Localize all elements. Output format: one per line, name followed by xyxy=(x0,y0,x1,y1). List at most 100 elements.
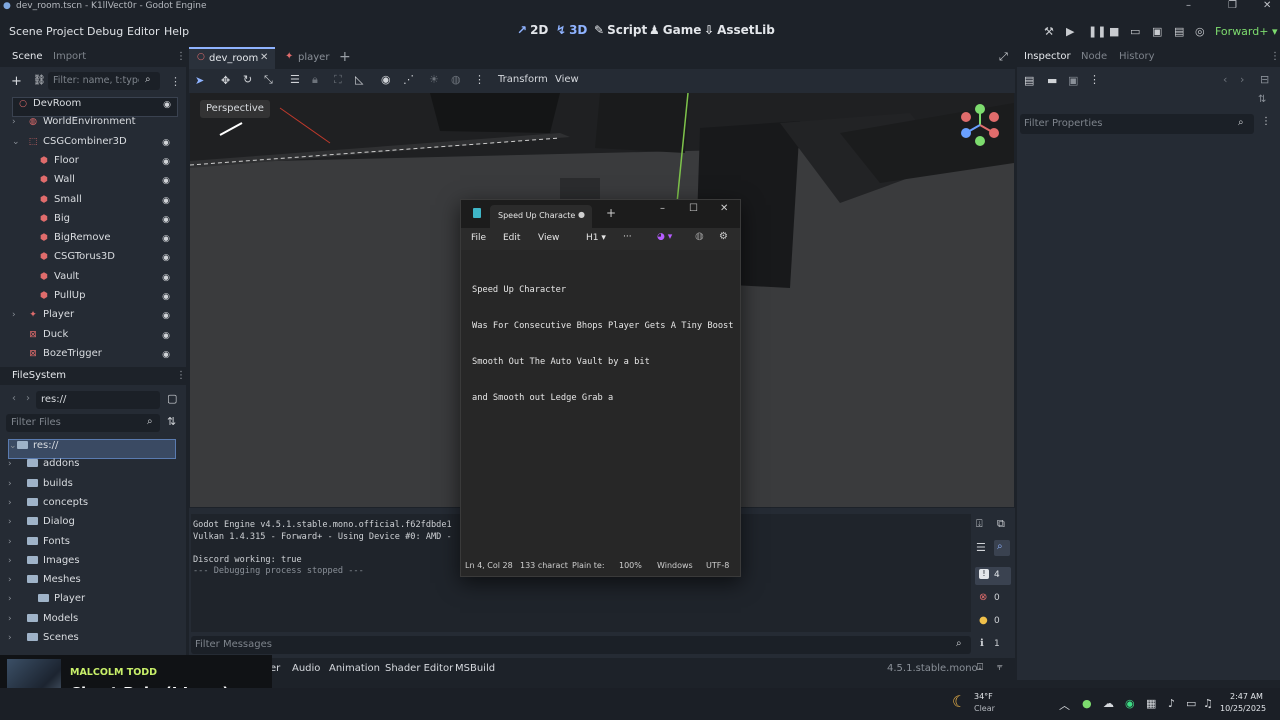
expand-arrow-icon[interactable]: › xyxy=(8,498,27,508)
history-forward-icon[interactable]: › xyxy=(1240,73,1244,86)
file-tree-item[interactable]: › builds xyxy=(8,478,174,496)
dock-menu-icon[interactable]: ⋮ xyxy=(1270,51,1280,62)
tab-scene[interactable]: Scene xyxy=(12,51,43,62)
dock-menu-icon[interactable]: ⋮ xyxy=(176,370,186,381)
scene-tree-item[interactable]: ⊠ BozeTrigger ◉ xyxy=(12,348,176,366)
menu-project[interactable]: Project xyxy=(46,25,84,38)
visibility-icon[interactable]: ◉ xyxy=(162,138,170,148)
workspace-script-button[interactable]: ✎ Script xyxy=(594,23,647,37)
layout-toggle-icon[interactable]: ▢ xyxy=(167,392,177,405)
zoom-level[interactable]: 100% xyxy=(619,561,642,570)
clock-date[interactable]: 10/25/2025 xyxy=(1220,704,1266,713)
visibility-icon[interactable]: ◉ xyxy=(162,253,170,263)
more-icon[interactable]: ··· xyxy=(623,232,632,242)
more-icon[interactable]: ⋮ xyxy=(1089,73,1100,86)
tab-node[interactable]: Node xyxy=(1081,51,1107,62)
scene-tree-item[interactable]: ⬢ Wall ◉ xyxy=(12,174,176,192)
forward-icon[interactable]: › xyxy=(26,393,30,404)
notepad-menu-file[interactable]: File xyxy=(471,233,486,243)
scene-tree-item[interactable]: ⬢ CSGTorus3D ◉ xyxy=(12,251,176,269)
scene-tree-item[interactable]: ⊠ Duck ◉ xyxy=(12,329,176,347)
settings-icon[interactable]: ⚙ xyxy=(719,231,728,242)
scene-options-icon[interactable]: ⋮ xyxy=(170,75,181,88)
pin-icon[interactable]: ⍗ xyxy=(977,662,983,673)
scene-tree-item[interactable]: ⬢ PullUp ◉ xyxy=(12,290,176,308)
menu-debug[interactable]: Debug xyxy=(87,25,123,38)
scene-tab-dev-room[interactable]: ○ dev_room ✕ xyxy=(189,47,275,71)
path-field[interactable]: res:// xyxy=(36,391,160,409)
spotify-icon[interactable]: ◉ xyxy=(1125,697,1135,710)
distraction-free-icon[interactable]: ⤢ xyxy=(999,50,1008,64)
property-options-icon[interactable]: ⇅ xyxy=(1258,94,1266,105)
tab-audio[interactable]: Audio xyxy=(292,663,320,674)
scale-tool-icon[interactable]: ⤡ xyxy=(264,73,273,87)
visibility-icon[interactable]: ◉ xyxy=(162,234,170,244)
visibility-icon[interactable]: ◉ xyxy=(162,157,170,167)
expand-arrow-icon[interactable]: › xyxy=(8,459,27,469)
log-count-badge[interactable]: ! 4 xyxy=(975,567,1011,585)
file-tree-item[interactable]: › Images xyxy=(8,555,174,573)
tab-inspector[interactable]: Inspector xyxy=(1024,51,1071,62)
ruler-icon[interactable]: ◺ xyxy=(355,73,363,86)
copilot-icon[interactable]: ◕ ▾ xyxy=(657,232,672,242)
scene-tree-item[interactable]: ⬢ Small ◉ xyxy=(12,194,176,212)
tab-import[interactable]: Import xyxy=(53,51,86,62)
visibility-icon[interactable]: ◉ xyxy=(162,176,170,186)
movie-icon[interactable]: ▣ xyxy=(1152,25,1162,38)
visibility-icon[interactable]: ◉ xyxy=(162,196,170,206)
list-tool-icon[interactable]: ☰ xyxy=(290,73,300,86)
remote-debug-icon[interactable]: ▭ xyxy=(1130,25,1140,38)
new-resource-icon[interactable]: ▤ xyxy=(1024,74,1034,87)
scene-tree-item[interactable]: ○ DevRoom ◉ xyxy=(12,97,178,117)
expand-arrow-icon[interactable]: › xyxy=(8,614,27,624)
expand-arrow-icon[interactable]: › xyxy=(8,537,27,547)
scene-tree-item[interactable]: ⬢ BigRemove ◉ xyxy=(12,232,176,250)
volume-icon[interactable]: ♫ xyxy=(1203,697,1213,710)
rotate-tool-icon[interactable]: ↻ xyxy=(243,73,252,86)
scene-tab-player[interactable]: ✦ player xyxy=(281,49,331,69)
more-icon[interactable]: ⋮ xyxy=(474,73,485,86)
view-menu[interactable]: View xyxy=(555,74,579,85)
link-icon[interactable]: ⛓ xyxy=(33,75,46,86)
visibility-icon[interactable]: ◉ xyxy=(163,100,171,110)
scene-tree-item[interactable]: ⬢ Vault ◉ xyxy=(12,271,176,289)
notepad-menu-view[interactable]: View xyxy=(538,233,559,243)
file-tree-item[interactable]: › Scenes xyxy=(8,632,174,650)
notepad-window[interactable]: Speed Up Characte ● + – ☐ ✕ File Edit Vi… xyxy=(460,199,741,577)
tray-app-icon[interactable]: ● xyxy=(1082,697,1092,710)
perspective-menu[interactable]: Perspective xyxy=(200,100,270,118)
close-icon[interactable]: ✕ xyxy=(1263,0,1271,11)
play-custom-icon[interactable]: ◎ xyxy=(1195,25,1205,38)
workspace-3d-button[interactable]: ↯ 3D xyxy=(556,23,587,37)
history-back-icon[interactable]: ‹ xyxy=(1223,73,1227,86)
open-folder-icon[interactable]: ▬ xyxy=(1047,74,1057,87)
tray-app2-icon[interactable]: ▦ xyxy=(1146,697,1156,710)
expand-panel-icon[interactable]: ⫧ xyxy=(997,662,1003,673)
menu-help[interactable]: Help xyxy=(164,25,189,38)
play-scene-icon[interactable]: ▤ xyxy=(1174,25,1184,38)
heading-select[interactable]: H1 ▾ xyxy=(586,233,606,243)
visibility-icon[interactable]: ◉ xyxy=(162,331,170,341)
tab-filesystem[interactable]: FileSystem xyxy=(12,370,66,381)
clear-output-icon[interactable]: ⍗ xyxy=(976,517,983,531)
expand-arrow-icon[interactable]: › xyxy=(8,575,27,585)
expand-arrow-icon[interactable]: › xyxy=(8,479,27,489)
lock-icon[interactable]: 🔒︎ xyxy=(312,73,318,87)
unsaved-dot-icon[interactable]: ● xyxy=(578,210,585,219)
select-tool-icon[interactable]: ➤ xyxy=(195,74,204,87)
microphone-icon[interactable]: ♪ xyxy=(1168,697,1175,710)
scene-tree-item[interactable]: › ✦ Player ◉ xyxy=(12,309,176,327)
account-icon[interactable]: ◍ xyxy=(695,231,704,242)
expand-arrow-icon[interactable]: › xyxy=(8,556,27,566)
scene-tree-item[interactable]: ⌄ ⬚ CSGCombiner3D ◉ xyxy=(12,136,176,154)
visibility-icon[interactable]: ◉ xyxy=(162,273,170,283)
sun-icon[interactable]: ☀ xyxy=(429,73,439,86)
warning-count-badge[interactable]: ● 0 xyxy=(975,613,1011,631)
save-icon[interactable]: ▣ xyxy=(1068,74,1078,87)
error-count-badge[interactable]: ⊗ 0 xyxy=(975,590,1011,608)
tab-msbuild[interactable]: MSBuild xyxy=(455,663,495,674)
scene-tree-item[interactable]: ⬢ Big ◉ xyxy=(12,213,176,231)
play-icon[interactable]: ▶ xyxy=(1066,25,1074,38)
object-history-icon[interactable]: ⊟ xyxy=(1260,73,1269,86)
tab-shader-editor[interactable]: Shader Editor xyxy=(385,663,453,674)
